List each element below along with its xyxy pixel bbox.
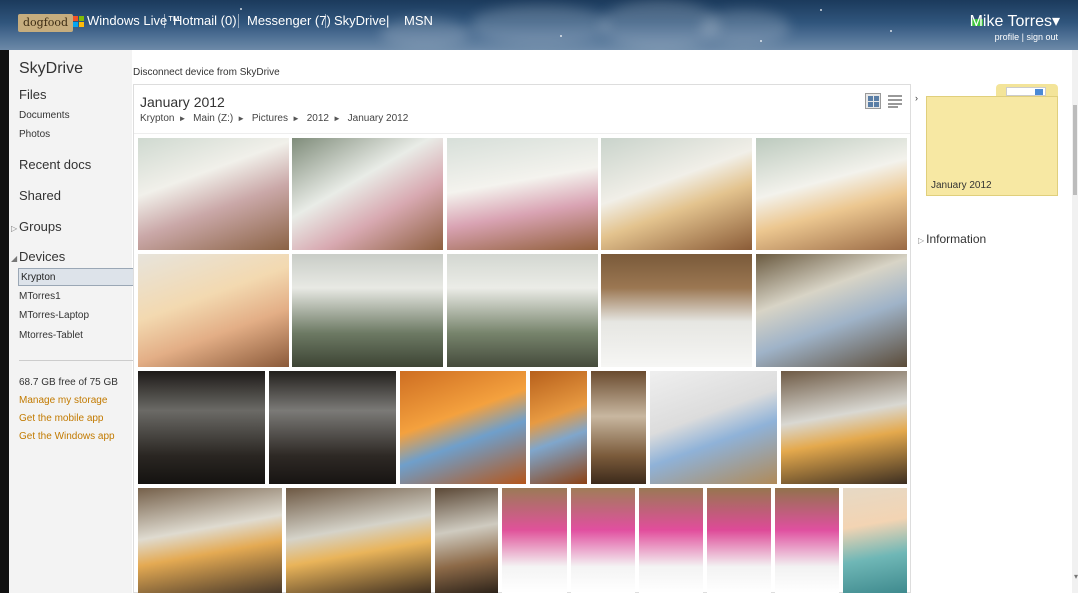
breadcrumb-arrow-icon: ►: [178, 114, 187, 123]
photo-thumbnail[interactable]: [756, 254, 907, 367]
manage-storage-link[interactable]: Manage my storage: [19, 395, 107, 406]
top-bar: dogfood Windows Live™ Hotmail (0) Messen…: [0, 0, 1078, 50]
breadcrumb-arrow-icon: ►: [332, 114, 341, 123]
photo-thumbnail[interactable]: [601, 254, 752, 367]
hotmail-link[interactable]: Hotmail (0): [173, 13, 237, 28]
folder-icon[interactable]: January 2012: [926, 84, 1058, 196]
photo-thumbnail[interactable]: [756, 138, 907, 250]
expand-icon: ▷: [918, 236, 925, 245]
list-view-icon[interactable]: [888, 94, 902, 108]
nav-recent-docs[interactable]: Recent docs: [19, 157, 91, 172]
nav-devices-label: Devices: [19, 249, 66, 264]
disconnect-device-link[interactable]: Disconnect device from SkyDrive: [133, 67, 280, 78]
photo-thumbnail[interactable]: [138, 488, 282, 593]
nav-divider: [19, 360, 139, 361]
photo-thumbnail[interactable]: [400, 371, 526, 484]
breadcrumb-arrow-icon: ►: [292, 114, 300, 123]
photo-thumbnail[interactable]: [286, 488, 431, 593]
msn-link[interactable]: MSN: [404, 13, 433, 28]
topbar-separator: |: [386, 13, 390, 28]
scrollbar[interactable]: [1072, 50, 1078, 593]
breadcrumb-arrow-icon: ►: [237, 114, 246, 123]
nav-photos[interactable]: Photos: [19, 129, 50, 140]
device-item-mtorres-tablet[interactable]: Mtorres-Tablet: [19, 330, 83, 341]
nav-documents[interactable]: Documents: [19, 110, 70, 121]
thumbnail-view-icon[interactable]: [865, 93, 881, 109]
nav-groups-label: Groups: [19, 219, 62, 234]
user-links: profile | sign out: [995, 32, 1058, 42]
breadcrumb: Krypton ► Main (Z:) ► Pictures ► 2012 ► Janu…: [140, 113, 412, 124]
user-links-separator: |: [1021, 32, 1024, 42]
photo-thumbnail[interactable]: [781, 371, 907, 484]
messenger-link[interactable]: Messenger (7): [247, 13, 331, 28]
collapse-icon[interactable]: ◢: [11, 254, 19, 263]
storage-status: 68.7 GB free of 75 GB: [19, 377, 118, 388]
photo-thumbnail[interactable]: [843, 488, 907, 593]
dogfood-badge: dogfood: [18, 14, 74, 32]
photo-thumbnail[interactable]: [292, 254, 443, 367]
breadcrumb-main-drive[interactable]: Main (Z:): [193, 113, 233, 124]
windows-flag-icon: [73, 16, 84, 27]
breadcrumb-current: January 2012: [347, 113, 409, 124]
scroll-down-icon[interactable]: ▾: [1074, 572, 1078, 581]
photo-thumbnail[interactable]: [775, 488, 839, 593]
photo-thumbnail[interactable]: [435, 488, 498, 593]
nav-shared[interactable]: Shared: [19, 188, 61, 203]
folder-icon-label: January 2012: [931, 180, 992, 191]
photo-thumbnail[interactable]: [707, 488, 771, 593]
device-item-label: Krypton: [21, 272, 56, 283]
skydrive-link[interactable]: SkyDrive: [334, 13, 386, 28]
details-pane-toggle[interactable]: ›: [915, 93, 918, 103]
breadcrumb-pictures[interactable]: Pictures: [252, 113, 288, 124]
breadcrumb-2012[interactable]: 2012: [307, 113, 329, 124]
nav-groups[interactable]: ▷ Groups: [11, 219, 62, 234]
photo-thumbnail[interactable]: [447, 138, 598, 250]
information-section[interactable]: ▷ Information: [918, 232, 986, 246]
photo-thumbnail[interactable]: [530, 371, 587, 484]
photo-thumbnail[interactable]: [591, 371, 646, 484]
device-item-mtorres1[interactable]: MTorres1: [19, 291, 61, 302]
user-name-menu[interactable]: Mike Torres▾: [970, 11, 1060, 31]
nav-files[interactable]: Files: [19, 87, 46, 102]
left-navigation: SkyDrive Files Documents Photos Recent d…: [0, 50, 139, 593]
photo-thumbnail[interactable]: [138, 254, 289, 367]
expand-icon[interactable]: ▷: [11, 224, 19, 233]
mobile-app-link[interactable]: Get the mobile app: [19, 413, 104, 424]
profile-link[interactable]: profile: [995, 32, 1020, 42]
device-item-mtorres-laptop[interactable]: MTorres-Laptop: [19, 310, 89, 321]
device-item-krypton[interactable]: Krypton: [18, 268, 138, 286]
folder-title: January 2012: [140, 94, 225, 110]
photo-thumbnail[interactable]: [269, 371, 396, 484]
photo-thumbnail[interactable]: [650, 371, 777, 484]
photo-thumbnail[interactable]: [571, 488, 635, 593]
skydrive-title[interactable]: SkyDrive: [19, 60, 83, 78]
photo-thumbnail[interactable]: [292, 138, 443, 250]
photo-thumbnail[interactable]: [639, 488, 703, 593]
photo-thumbnail[interactable]: [601, 138, 752, 250]
photo-thumbnail[interactable]: [502, 488, 567, 593]
breadcrumb-krypton[interactable]: Krypton: [140, 113, 174, 124]
scroll-thumb[interactable]: [1073, 105, 1077, 195]
information-label: Information: [926, 232, 987, 246]
photo-thumbnail[interactable]: [138, 138, 289, 250]
windows-live-link[interactable]: Windows Live™: [87, 13, 180, 28]
sign-out-link[interactable]: sign out: [1026, 32, 1058, 42]
windows-app-link[interactable]: Get the Windows app: [19, 431, 115, 442]
photo-thumbnail[interactable]: [447, 254, 598, 367]
photo-thumbnail[interactable]: [138, 371, 265, 484]
nav-devices[interactable]: ◢ Devices: [11, 249, 66, 264]
